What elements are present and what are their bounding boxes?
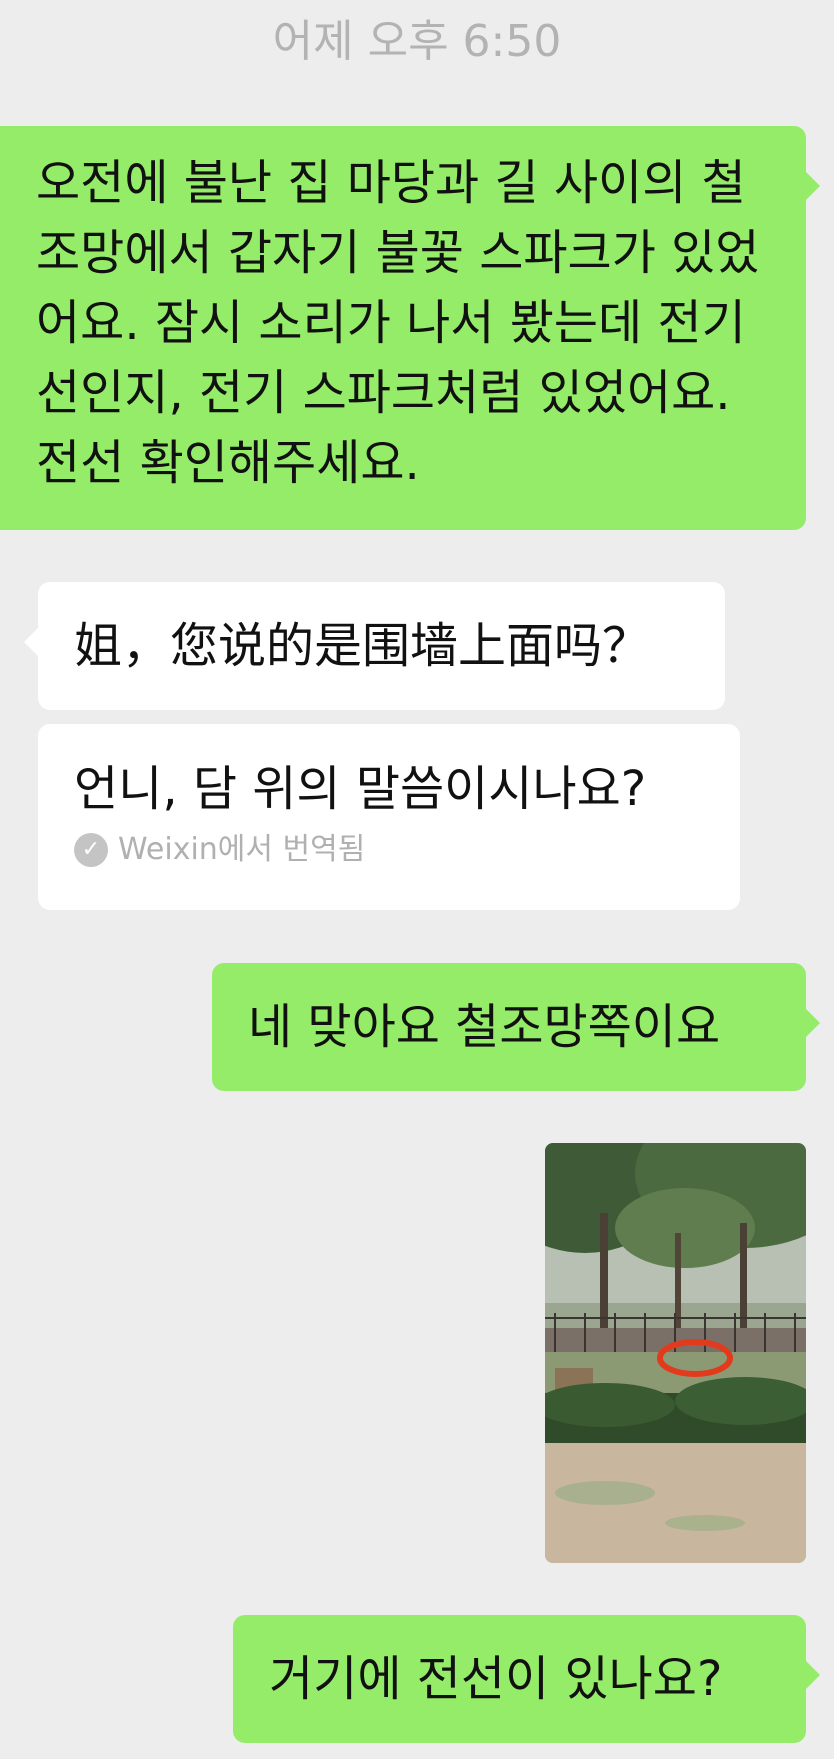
message-text: 오전에 불난 집 마당과 길 사이의 철조망에서 갑자기 불꽃 스파크가 있었어… <box>36 155 760 491</box>
bubble-tail <box>806 172 820 200</box>
message-text: 거기에 전선이 있나요? <box>269 1651 723 1707</box>
bubble-tail <box>24 628 38 656</box>
photo-message-thumbnail[interactable] <box>545 1143 806 1563</box>
translated-text: 언니, 담 위의 말씀이시나요? <box>74 761 647 817</box>
translation-label: Weixin에서 번역됨 <box>118 832 366 867</box>
checkmark-icon: ✓ <box>74 833 108 867</box>
photo-thumbnail-icon <box>545 1143 806 1563</box>
sent-message-bubble[interactable]: 오전에 불난 집 마당과 길 사이의 철조망에서 갑자기 불꽃 스파크가 있었어… <box>0 126 820 530</box>
sent-message-bubble[interactable]: 거기에 전선이 있나요? <box>233 1615 820 1743</box>
translation-bubble[interactable]: 언니, 담 위의 말씀이시나요? ✓ Weixin에서 번역됨 <box>38 724 740 910</box>
bubble-tail <box>806 1661 820 1689</box>
message-text: 姐，您说的是围墙上面吗？ <box>74 618 651 674</box>
sent-message-bubble[interactable]: 네 맞아요 철조망쪽이요 <box>212 963 820 1091</box>
timestamp: 어제 오후 6:50 <box>272 16 562 67</box>
translation-note: ✓ Weixin에서 번역됨 <box>74 830 710 870</box>
message-text: 네 맞아요 철조망쪽이요 <box>248 999 721 1055</box>
bubble-tail <box>806 1009 820 1037</box>
received-message-bubble[interactable]: 姐，您说的是围墙上面吗？ <box>24 582 725 710</box>
